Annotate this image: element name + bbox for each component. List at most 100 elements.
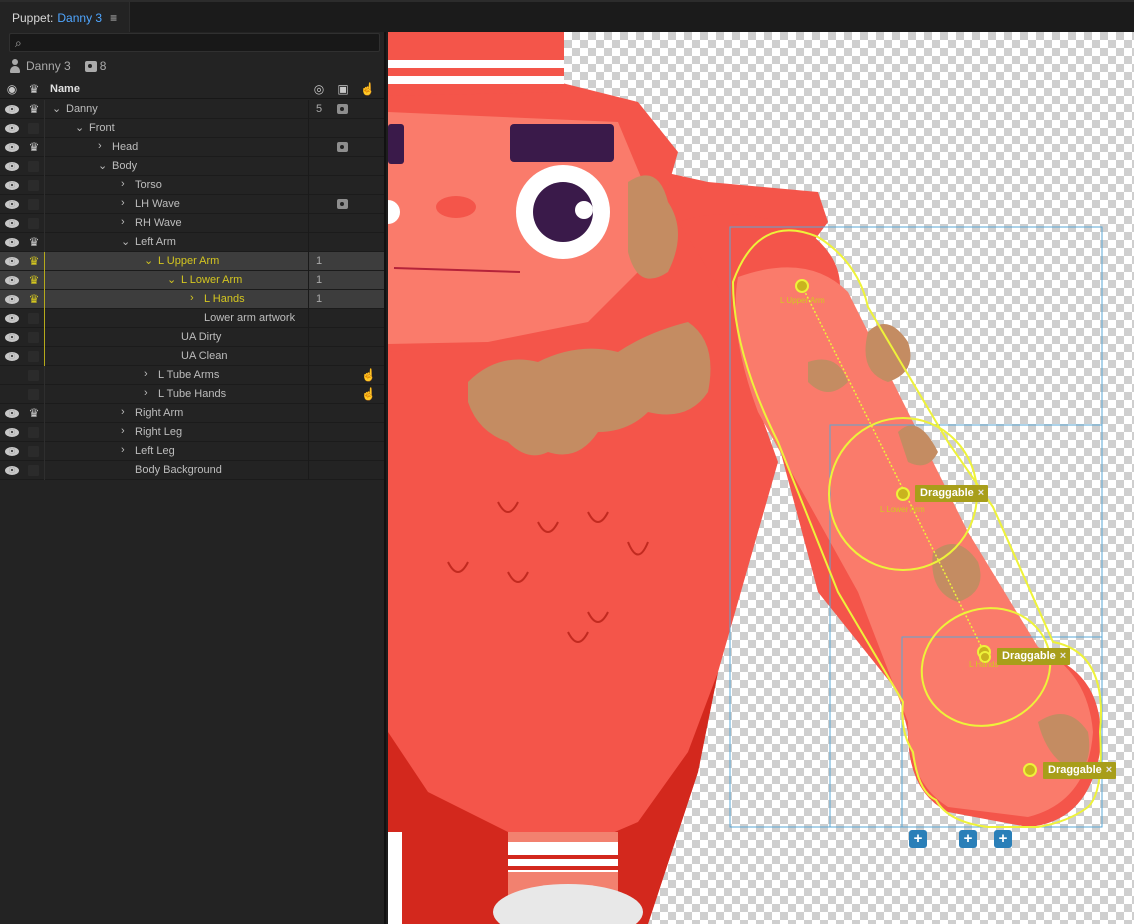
eye-off-icon[interactable]	[5, 390, 19, 399]
eye-icon[interactable]	[5, 162, 19, 171]
tag-box[interactable]	[28, 161, 39, 172]
chevron-down-icon[interactable]: ⌄	[121, 235, 130, 248]
eye-icon[interactable]	[5, 447, 19, 456]
tag-box[interactable]	[28, 313, 39, 324]
chevron-right-icon[interactable]: ›	[144, 387, 148, 399]
crown-icon[interactable]: ♛	[27, 274, 41, 286]
crown-icon[interactable]: ♛	[27, 293, 41, 305]
add-handle-button[interactable]: +	[959, 830, 977, 848]
layer-row-ua-dirty[interactable]: UA Dirty	[0, 328, 384, 347]
eye-icon[interactable]	[5, 333, 19, 342]
layer-row-lower-arm-artwork[interactable]: Lower arm artwork	[0, 309, 384, 328]
chevron-down-icon[interactable]: ⌄	[144, 254, 153, 267]
eye-icon[interactable]	[5, 276, 19, 285]
tag-box[interactable]	[28, 351, 39, 362]
layer-row-left-arm[interactable]: ♛ ⌄ Left Arm	[0, 233, 384, 252]
search-input[interactable]: ⌕	[9, 33, 380, 52]
eye-icon[interactable]	[5, 105, 19, 114]
layer-row-torso[interactable]: › Torso	[0, 176, 384, 195]
crown-icon[interactable]: ♛	[27, 141, 41, 153]
layer-row-rh-wave[interactable]: › RH Wave	[0, 214, 384, 233]
draggable-handle-label[interactable]: Draggable ×	[997, 648, 1071, 665]
tag-box[interactable]	[28, 218, 39, 229]
tag-box[interactable]	[28, 332, 39, 343]
layer-row-danny[interactable]: ♛ ⌄ Danny 5	[0, 100, 384, 119]
camera-column-icon[interactable]: ▣	[336, 82, 350, 96]
panel-title-prefix: Puppet:	[12, 11, 54, 25]
tag-box[interactable]	[28, 446, 39, 457]
add-handle-button[interactable]: +	[909, 830, 927, 848]
chevron-right-icon[interactable]: ›	[121, 178, 125, 190]
visibility-eye-icon[interactable]: ◉	[5, 82, 19, 96]
puppet-canvas[interactable]: L Upper Arm L Lower Arm L Hands Draggabl…	[388, 32, 1134, 924]
chevron-down-icon[interactable]: ⌄	[98, 159, 107, 172]
origin-target-icon[interactable]: ◎	[312, 82, 326, 96]
eye-icon[interactable]	[5, 143, 19, 152]
panel-tab[interactable]: Puppet: Danny 3 ≡	[0, 2, 131, 34]
crown-icon[interactable]: ♛	[27, 103, 41, 115]
chevron-right-icon[interactable]: ›	[190, 292, 194, 304]
hand-column-icon[interactable]: ☝	[360, 82, 375, 96]
layer-list: ♛ ⌄ Danny 5 ⌄ Front ♛ › Head ⌄ Body › To…	[0, 100, 384, 480]
tag-box[interactable]	[28, 465, 39, 476]
eye-icon[interactable]	[5, 352, 19, 361]
layer-name: Front	[89, 122, 115, 134]
eye-off-icon[interactable]	[5, 371, 19, 380]
eye-icon[interactable]	[5, 295, 19, 304]
eye-icon[interactable]	[5, 409, 19, 418]
name-column-header[interactable]: Name	[50, 83, 80, 95]
eye-icon[interactable]	[5, 257, 19, 266]
tag-box[interactable]	[28, 199, 39, 210]
layer-row-l-tube-hands[interactable]: › L Tube Hands ☝	[0, 385, 384, 404]
eye-icon[interactable]	[5, 466, 19, 475]
chevron-right-icon[interactable]: ›	[121, 197, 125, 209]
tag-box[interactable]	[28, 180, 39, 191]
eye-icon[interactable]	[5, 428, 19, 437]
layer-row-lh-wave[interactable]: › LH Wave	[0, 195, 384, 214]
chevron-right-icon[interactable]: ›	[121, 444, 125, 456]
chevron-right-icon[interactable]: ›	[144, 368, 148, 380]
layer-row-front[interactable]: ⌄ Front	[0, 119, 384, 138]
close-icon[interactable]: ×	[978, 487, 984, 499]
eye-icon[interactable]	[5, 219, 19, 228]
layer-row-right-leg[interactable]: › Right Leg	[0, 423, 384, 442]
layer-row-l-lower-arm[interactable]: ♛ ⌄ L Lower Arm 1	[0, 271, 384, 290]
layer-row-l-upper-arm[interactable]: ♛ ⌄ L Upper Arm 1	[0, 252, 384, 271]
chevron-down-icon[interactable]: ⌄	[75, 121, 84, 134]
chevron-right-icon[interactable]: ›	[98, 140, 102, 152]
layer-row-ua-clean[interactable]: UA Clean	[0, 347, 384, 366]
hamburger-icon[interactable]: ≡	[110, 11, 117, 25]
layer-row-body-background[interactable]: Body Background	[0, 461, 384, 480]
eye-icon[interactable]	[5, 124, 19, 133]
close-icon[interactable]: ×	[1060, 650, 1066, 662]
tag-box[interactable]	[28, 427, 39, 438]
crown-icon[interactable]: ♛	[27, 407, 41, 419]
eye-icon[interactable]	[5, 238, 19, 247]
layer-row-body[interactable]: ⌄ Body	[0, 157, 384, 176]
layer-row-head[interactable]: ♛ › Head	[0, 138, 384, 157]
crown-icon[interactable]: ♛	[27, 236, 41, 248]
layer-row-right-arm[interactable]: ♛ › Right Arm	[0, 404, 384, 423]
layer-row-l-tube-arms[interactable]: › L Tube Arms ☝	[0, 366, 384, 385]
chevron-right-icon[interactable]: ›	[121, 406, 125, 418]
layer-row-l-hands[interactable]: ♛ › L Hands 1	[0, 290, 384, 309]
chevron-right-icon[interactable]: ›	[121, 425, 125, 437]
chevron-down-icon[interactable]: ⌄	[167, 273, 176, 286]
draggable-handle-label[interactable]: Draggable ×	[1043, 762, 1117, 779]
search-icon: ⌕	[15, 36, 22, 50]
puppet-name-link[interactable]: Danny 3	[57, 11, 102, 25]
eye-icon[interactable]	[5, 181, 19, 190]
chevron-down-icon[interactable]: ⌄	[52, 102, 61, 115]
eye-icon[interactable]	[5, 314, 19, 323]
draggable-handle-label[interactable]: Draggable ×	[915, 485, 989, 502]
chevron-right-icon[interactable]: ›	[121, 216, 125, 228]
close-icon[interactable]: ×	[1106, 764, 1112, 776]
crown-icon[interactable]: ♛	[27, 82, 41, 96]
eye-icon[interactable]	[5, 200, 19, 209]
crown-icon[interactable]: ♛	[27, 255, 41, 267]
tag-box[interactable]	[28, 370, 39, 381]
tag-box[interactable]	[28, 389, 39, 400]
layer-row-left-leg[interactable]: › Left Leg	[0, 442, 384, 461]
add-handle-button[interactable]: +	[994, 830, 1012, 848]
tag-box[interactable]	[28, 123, 39, 134]
